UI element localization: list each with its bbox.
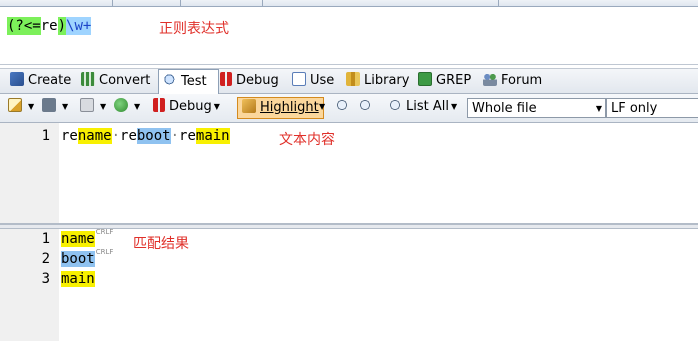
result-line[interactable]: bootCRLF <box>61 248 114 269</box>
paste-button[interactable]: ▼ <box>80 97 106 117</box>
line-number: 1 <box>41 231 50 247</box>
debug-icon <box>220 72 232 86</box>
clipboard-icon <box>80 98 94 112</box>
line-number: 1 <box>41 128 50 144</box>
create-icon <box>10 72 24 86</box>
scope-select-value: Whole file <box>472 101 537 116</box>
line-number: 2 <box>41 251 50 267</box>
text-annotation: 文本内容 <box>279 132 335 148</box>
space-marker: · <box>170 128 180 144</box>
highlight-button[interactable]: Highlight <box>237 97 324 119</box>
scope-select[interactable]: Whole file ▼ <box>467 98 606 118</box>
tab-create[interactable]: Create <box>10 69 71 93</box>
save-button[interactable]: ▼ <box>42 97 68 117</box>
highlight-label: Highlight <box>260 100 319 115</box>
match-highlight-yellow: name <box>77 128 112 144</box>
crlf-marker: CRLF <box>95 228 114 236</box>
zoom-previous-icon <box>335 98 349 112</box>
list-all-label: List All <box>406 99 449 114</box>
regex-annotation: 正则表达式 <box>159 21 229 37</box>
debug-dropdown-button[interactable]: Debug ▼ <box>153 97 220 117</box>
match-highlight-yellow: name <box>61 231 95 247</box>
list-all-button[interactable]: List All ▼ <box>388 97 457 117</box>
library-icon <box>346 72 360 86</box>
regex-lookbehind-open: (?<= <box>7 17 41 35</box>
subject-text-panel[interactable]: 1 rename·reboot·remain 文本内容 <box>0 123 698 225</box>
debug-icon <box>153 98 165 112</box>
regex-literal: re <box>40 17 58 35</box>
next-match-button[interactable] <box>358 97 376 117</box>
forum-icon <box>483 72 497 86</box>
match-highlight-blue: boot <box>61 251 95 267</box>
top-strip-divider <box>112 0 113 6</box>
tab-label: Create <box>28 73 72 88</box>
floppy-disk-icon <box>42 98 56 112</box>
regex-word-token: \w+ <box>66 17 92 35</box>
tab-label: Debug <box>236 73 279 88</box>
tab-label: Test <box>181 74 207 89</box>
dropdown-arrow-icon: ▼ <box>450 102 458 111</box>
space-marker: · <box>111 128 121 144</box>
dropdown-arrow-icon: ▼ <box>28 102 35 111</box>
text-plain: re <box>120 128 137 144</box>
dropdown-arrow-icon: ▼ <box>134 102 141 111</box>
match-highlight-yellow: main <box>61 271 95 287</box>
tab-forum[interactable]: Forum <box>483 69 542 93</box>
tab-library[interactable]: Library <box>346 69 409 93</box>
globe-icon <box>114 98 128 112</box>
list-magnifier-icon <box>388 98 402 112</box>
text-plain: re <box>61 128 78 144</box>
crlf-marker: CRLF <box>95 248 114 256</box>
subject-text-line[interactable]: rename·reboot·remain <box>61 126 230 146</box>
use-icon <box>292 72 306 86</box>
line-number: 3 <box>41 271 50 287</box>
dropdown-arrow-icon: ▼ <box>62 102 69 111</box>
results-panel[interactable]: 1 nameCRLF 2 bootCRLF 3 main 匹配结果 <box>0 229 698 341</box>
tab-debug[interactable]: Debug <box>220 69 279 93</box>
tab-test[interactable]: Test <box>158 69 219 94</box>
grep-icon <box>418 72 432 86</box>
tab-label: Use <box>310 73 335 88</box>
tab-label: Forum <box>501 73 543 88</box>
text-plain: re <box>179 128 196 144</box>
main-tab-bar: Create Convert Test Debug Use Library GR… <box>0 68 698 94</box>
tab-grep[interactable]: GREP <box>418 69 471 93</box>
tab-label: Library <box>364 73 410 88</box>
web-button[interactable]: ▼ <box>114 97 140 117</box>
chevron-down-icon: ▼ <box>595 104 602 113</box>
top-strip-divider <box>180 0 181 6</box>
result-line[interactable]: nameCRLF <box>61 228 114 249</box>
highlight-dropdown-arrow[interactable]: ▼ <box>317 97 325 117</box>
top-toolbar-strip <box>0 0 698 7</box>
line-break-select-value: LF only <box>611 101 658 116</box>
dropdown-arrow-icon: ▼ <box>213 102 220 111</box>
dropdown-arrow-icon: ▼ <box>100 102 107 111</box>
tab-label: Convert <box>99 73 151 88</box>
result-line[interactable]: main <box>61 269 95 289</box>
regex-expression[interactable]: (?<=re)\w+ <box>7 17 92 35</box>
debug-label: Debug <box>169 99 212 114</box>
regex-lookbehind-close: ) <box>57 17 67 35</box>
match-highlight-blue: boot <box>136 128 171 144</box>
new-text-button[interactable]: ▼ <box>8 97 34 117</box>
top-strip-divider <box>498 0 499 6</box>
top-strip-divider <box>262 0 263 6</box>
test-toolbar: ▼ ▼ ▼ ▼ Debug ▼ Highlight ▼ List All ▼ Who… <box>0 94 698 123</box>
tab-convert[interactable]: Convert <box>81 69 150 93</box>
test-magnifier-icon <box>163 73 177 87</box>
dropdown-arrow-icon: ▼ <box>319 102 326 111</box>
result-annotation: 匹配结果 <box>133 236 189 252</box>
pencil-icon <box>8 98 22 112</box>
highlighter-icon <box>242 99 256 113</box>
tab-use[interactable]: Use <box>292 69 334 93</box>
zoom-next-icon <box>358 98 372 112</box>
convert-icon <box>81 72 95 86</box>
line-break-select[interactable]: LF only <box>606 98 698 118</box>
match-highlight-yellow: main <box>195 128 230 144</box>
tab-label: GREP <box>436 73 472 88</box>
previous-match-button[interactable] <box>335 97 353 117</box>
regex-editor[interactable]: (?<=re)\w+ 正则表达式 <box>0 7 698 65</box>
